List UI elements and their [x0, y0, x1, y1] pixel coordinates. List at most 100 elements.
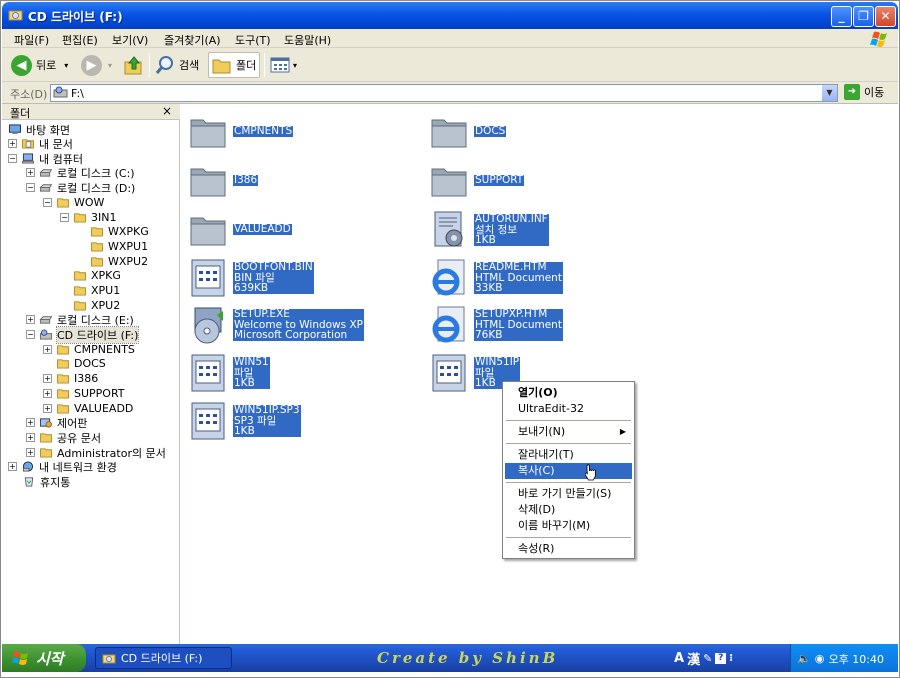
tree-item-my-documents[interactable]: + 내 문서: [8, 136, 73, 151]
expand-plus-icon[interactable]: +: [43, 389, 52, 398]
file-item-label: BOOTFONT.BIN BIN 파일 639KB: [233, 262, 314, 294]
tree-item-xpu1[interactable]: XPU1: [73, 283, 120, 298]
input-mode-english[interactable]: A: [674, 651, 684, 666]
tree-item-control-panel[interactable]: + 제어판: [26, 415, 87, 430]
collapse-minus-icon[interactable]: −: [26, 183, 35, 192]
hard-drive-icon: [39, 184, 53, 192]
file-item[interactable]: BOOTFONT.BIN BIN 파일 639KB: [189, 258, 409, 304]
collapse-minus-icon[interactable]: −: [43, 198, 52, 207]
tree-item-3in1[interactable]: − 3IN1: [60, 210, 116, 225]
file-name: WIN51: [234, 356, 269, 368]
file-item[interactable]: SUPPORT: [430, 161, 650, 207]
expand-plus-icon[interactable]: +: [26, 433, 35, 442]
tree-item-support[interactable]: + SUPPORT: [43, 386, 125, 401]
tree-item-docs[interactable]: DOCS: [56, 356, 106, 371]
taskbar-item-label: CD 드라이브 (F:): [121, 652, 203, 665]
expand-plus-icon[interactable]: +: [26, 448, 35, 457]
start-button[interactable]: 시작: [2, 644, 86, 672]
tree-item-wxpkg[interactable]: WXPKG: [90, 224, 149, 239]
network-tray-icon[interactable]: ◉: [815, 652, 825, 665]
menu-tools[interactable]: 도구(T): [235, 32, 271, 48]
context-menu-rename[interactable]: 이름 바꾸기(M): [505, 518, 632, 534]
tree-item-recycle-bin[interactable]: 휴지통: [22, 474, 70, 489]
context-menu-send-to[interactable]: 보내기(N) ▶: [505, 424, 632, 440]
context-menu-create-shortcut[interactable]: 바로 가기 만들기(S): [505, 486, 632, 502]
expand-plus-icon[interactable]: +: [43, 404, 52, 413]
folder-pane-close-button[interactable]: ×: [162, 104, 172, 118]
title-bar[interactable]: CD 드라이브 (F:) _ ❐ ✕: [2, 2, 898, 29]
address-input[interactable]: F:\ ▼: [50, 84, 838, 102]
file-item[interactable]: SETUP.EXE Welcome to Windows XP Microsoft …: [189, 305, 409, 351]
expand-plus-icon[interactable]: +: [8, 462, 17, 471]
file-item[interactable]: README.HTM HTML Document 33KB: [430, 258, 650, 304]
minimize-button[interactable]: _: [831, 6, 852, 27]
file-name: DOCS: [475, 125, 506, 137]
clock[interactable]: 오후 10:40: [829, 651, 884, 667]
file-item[interactable]: CMPNENTS: [189, 112, 409, 158]
tree-item-wxpu1[interactable]: WXPU1: [90, 239, 148, 254]
menu-edit[interactable]: 편집(E): [62, 32, 98, 48]
search-button[interactable]: 검색: [154, 52, 199, 78]
tree-item-wow[interactable]: − WOW: [43, 195, 104, 210]
context-menu-delete[interactable]: 삭제(D): [505, 502, 632, 518]
volume-icon[interactable]: 🔈: [797, 652, 811, 665]
taskbar: 시작 CD 드라이브 (F:) Create by ShinB A 漢 ✎ ? …: [2, 644, 898, 672]
close-button[interactable]: ✕: [875, 6, 896, 27]
expand-plus-icon[interactable]: +: [43, 345, 52, 354]
views-button[interactable]: ▾: [269, 52, 297, 78]
tree-item-wxpu2[interactable]: WXPU2: [90, 254, 148, 269]
back-button[interactable]: ◀ 뒤로 ▾: [11, 52, 68, 78]
taskbar-item-cd-drive[interactable]: CD 드라이브 (F:): [95, 647, 232, 669]
file-item[interactable]: AUTORUN.INF 설치 정보 1KB: [430, 210, 650, 256]
folders-button[interactable]: 폴더: [208, 52, 260, 78]
file-item[interactable]: WIN51 파일 1KB: [189, 353, 409, 399]
menu-file[interactable]: 파일(F): [14, 32, 49, 48]
tree-item-local-disk-e[interactable]: + 로컬 디스크 (E:): [26, 312, 134, 327]
tree-item-xpkg[interactable]: XPKG: [73, 268, 121, 283]
file-item[interactable]: DOCS: [430, 112, 650, 158]
input-mode-hanja[interactable]: 漢: [687, 649, 700, 668]
go-button[interactable]: ➜ 이동: [844, 84, 884, 100]
tree-item-local-disk-d[interactable]: − 로컬 디스크 (D:): [26, 180, 135, 195]
tree-item-i386[interactable]: + I386: [43, 371, 98, 386]
folder-pane-header: 폴더 ×: [2, 104, 180, 120]
collapse-minus-icon[interactable]: −: [26, 330, 35, 339]
expand-plus-icon[interactable]: +: [43, 374, 52, 383]
ime-tool-icon[interactable]: ✎: [703, 652, 712, 665]
tree-item-shared-documents[interactable]: + 공유 문서: [26, 430, 101, 445]
collapse-minus-icon[interactable]: −: [8, 154, 17, 163]
menu-view[interactable]: 보기(V): [112, 32, 148, 48]
file-item[interactable]: SETUPXP.HTM HTML Document 76KB: [430, 305, 650, 351]
expand-plus-icon[interactable]: +: [26, 168, 35, 177]
menu-help[interactable]: 도움말(H): [284, 32, 331, 48]
tree-item-cmpnents[interactable]: + CMPNENTS: [43, 342, 135, 357]
tree-item-local-disk-c[interactable]: + 로컬 디스크 (C:): [26, 165, 135, 180]
up-folder-button[interactable]: [123, 52, 145, 78]
address-dropdown-button[interactable]: ▼: [821, 85, 837, 101]
network-icon: [22, 461, 34, 472]
help-icon[interactable]: ?: [715, 653, 727, 664]
tree-label: 내 네트워크 환경: [39, 460, 117, 474]
expand-plus-icon[interactable]: +: [26, 418, 35, 427]
maximize-button[interactable]: ❐: [853, 6, 874, 27]
tree-item-cd-drive-f[interactable]: − CD 드라이브 (F:): [26, 325, 140, 344]
tree-item-network[interactable]: + 내 네트워크 환경: [8, 459, 117, 474]
file-item[interactable]: VALUEADD: [189, 210, 409, 256]
context-menu-ultraedit[interactable]: UltraEdit-32: [505, 401, 632, 417]
control-panel-icon: [40, 418, 52, 428]
back-arrow-icon: ◀: [11, 54, 32, 76]
expand-plus-icon[interactable]: +: [26, 315, 35, 324]
context-menu-cut[interactable]: 잘라내기(T): [505, 447, 632, 463]
options-icon[interactable]: ⁝: [729, 653, 733, 664]
context-menu-properties[interactable]: 속성(R): [505, 541, 632, 557]
collapse-minus-icon[interactable]: −: [60, 213, 69, 222]
menu-favorites[interactable]: 즐겨찾기(A): [164, 32, 221, 48]
context-menu-open[interactable]: 열기(O): [505, 385, 632, 401]
menu-item-label: 보내기(N): [518, 425, 566, 438]
file-item[interactable]: WIN51IP.SP3 SP3 파일 1KB: [189, 401, 409, 447]
forward-button[interactable]: ▶ ▾: [81, 52, 112, 78]
context-menu-copy[interactable]: 복사(C): [505, 463, 632, 479]
expand-plus-icon[interactable]: +: [8, 139, 17, 148]
file-item[interactable]: I386: [189, 161, 409, 207]
cd-drive-icon: [40, 329, 52, 340]
